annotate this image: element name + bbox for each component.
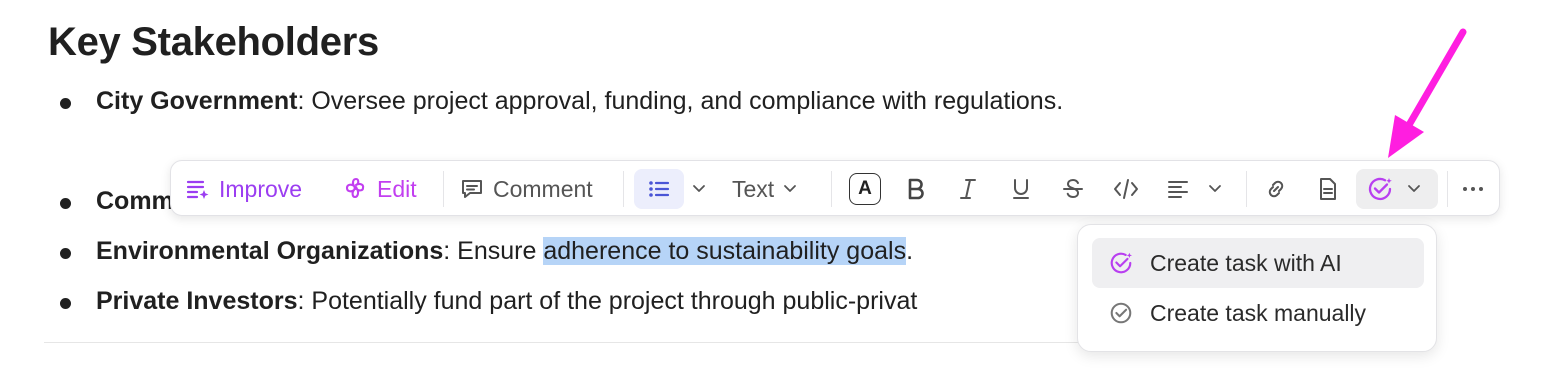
link-icon (1268, 180, 1284, 198)
bullet-dot (60, 298, 71, 309)
bullet-dot (60, 148, 71, 159)
sparkle-flower-icon (345, 177, 365, 199)
font-color-icon: A (849, 173, 881, 205)
bullet-dot (60, 98, 71, 109)
divider (1447, 171, 1448, 207)
document-button[interactable] (1313, 169, 1343, 209)
comment-label: Comment (493, 175, 593, 202)
underline-button[interactable] (1006, 169, 1036, 209)
create-task-menu: Create task with AI Create task manually (1077, 224, 1437, 352)
item-text: : Ensure (443, 237, 544, 265)
align-left-icon (1168, 181, 1188, 198)
create-task-button[interactable] (1356, 169, 1438, 209)
item-bold: City Government (96, 87, 298, 115)
ai-check-circle-icon (1108, 250, 1134, 276)
chevron-down-icon (784, 185, 797, 192)
strikethrough-button[interactable] (1058, 169, 1088, 209)
more-options-button[interactable] (1459, 169, 1487, 209)
divider (831, 171, 832, 207)
italic-icon (960, 179, 976, 199)
bullet-list-button[interactable] (634, 169, 684, 209)
create-task-manually-item[interactable]: Create task manually (1092, 288, 1424, 338)
item-text: : Oversee project approval, funding, and… (297, 87, 1064, 115)
item-text: : Potentially fund part of the project t… (297, 287, 918, 315)
check-circle-icon (1108, 300, 1134, 326)
page-title: Key Stakeholders (48, 20, 379, 64)
improve-button[interactable]: Improve (185, 169, 302, 209)
font-color-button[interactable]: A (847, 169, 883, 209)
chevron-down-icon (1408, 185, 1420, 192)
divider (1246, 171, 1247, 207)
italic-button[interactable] (953, 169, 983, 209)
bullet-list-icon (649, 181, 670, 197)
list-type-dropdown[interactable] (687, 169, 711, 209)
item-text-end: . (906, 237, 914, 265)
underline-icon (1013, 179, 1029, 199)
bullet-dot (60, 198, 71, 209)
item-bold: Comm (96, 187, 174, 215)
selected-text[interactable]: adherence to sustainability goals (543, 237, 907, 265)
divider (443, 171, 444, 207)
text-style-dropdown[interactable]: Text (732, 169, 798, 209)
align-dropdown[interactable] (1203, 169, 1227, 209)
formatting-toolbar: Improve Edit Comment Text A (170, 160, 1500, 216)
item-bold: Environmental Organizations (96, 237, 444, 265)
item-bold: Private Investors (96, 287, 298, 315)
chevron-down-icon (693, 185, 705, 192)
menu-item-label: Create task with AI (1150, 249, 1342, 276)
edit-label: Edit (377, 175, 417, 202)
edit-button[interactable]: Edit (343, 169, 417, 209)
ai-check-circle-icon (1368, 177, 1392, 201)
bold-icon (908, 178, 924, 200)
improve-label: Improve (219, 175, 303, 202)
bold-button[interactable] (901, 169, 931, 209)
code-icon (1114, 179, 1138, 199)
menu-item-label: Create task manually (1150, 299, 1367, 326)
create-task-with-ai-item[interactable]: Create task with AI (1092, 238, 1424, 288)
comment-icon (462, 180, 482, 198)
document-icon (1320, 178, 1336, 200)
link-button[interactable] (1261, 169, 1291, 209)
text-style-label: Text (732, 175, 775, 202)
divider (623, 171, 624, 207)
improve-icon (186, 180, 209, 199)
align-button[interactable] (1164, 169, 1192, 209)
more-icon (1463, 187, 1483, 191)
strikethrough-icon (1063, 178, 1083, 199)
code-button[interactable] (1110, 169, 1142, 209)
comment-button[interactable]: Comment (459, 169, 593, 209)
chevron-down-icon (1209, 185, 1221, 192)
bullet-dot (60, 248, 71, 259)
divider (44, 342, 1084, 343)
